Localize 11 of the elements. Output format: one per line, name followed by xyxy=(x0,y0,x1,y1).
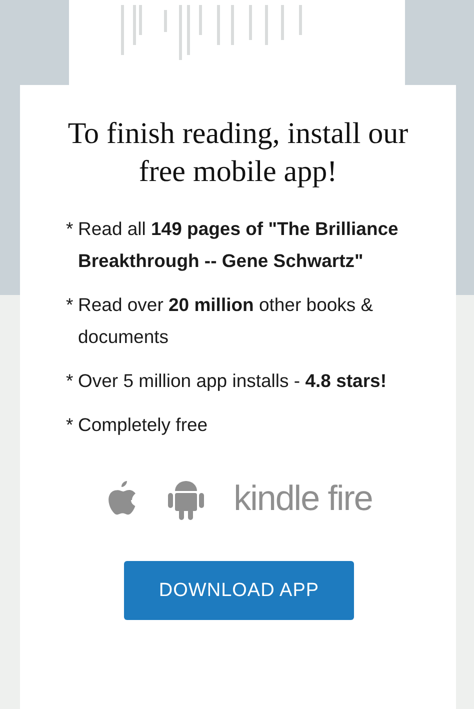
download-app-button[interactable]: DOWNLOAD APP xyxy=(124,561,354,620)
bullet-marker: * xyxy=(66,217,74,241)
bullet-marker: * xyxy=(66,413,74,437)
feature-text: Completely free xyxy=(78,413,208,437)
feature-text: Read over 20 million other books & documents xyxy=(78,293,374,349)
feature-text: Read all 149 pages of "The Brilliance Breakthrough -- Gene Schwartz" xyxy=(78,217,400,273)
bullet-marker: * xyxy=(66,293,74,317)
modal-title: To finish reading, install our free mobile app! xyxy=(66,116,410,190)
feature-text: Over 5 million app installs - 4.8 stars! xyxy=(78,369,386,393)
kindle-fire-logo: kindle fire xyxy=(234,479,372,519)
bullet-marker: * xyxy=(66,369,74,393)
